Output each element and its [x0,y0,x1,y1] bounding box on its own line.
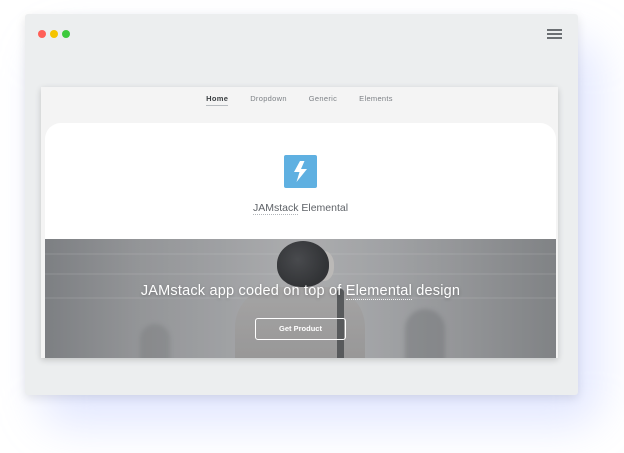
nav-item-elements[interactable]: Elements [359,94,393,106]
site-title-rest: Elemental [298,202,349,214]
tagline-end: design [412,283,461,299]
site-preview: Home Dropdown Generic Elements JAMstack … [41,87,558,358]
hero-banner: JAMstack app coded on top of Elemental d… [45,239,556,358]
close-dot[interactable] [38,30,46,38]
site-title: JAMstack Elemental [45,202,556,215]
nav-item-generic[interactable]: Generic [309,94,337,106]
nav-item-dropdown[interactable]: Dropdown [250,94,287,106]
hamburger-icon[interactable] [547,29,562,39]
tagline-start: JAMstack app coded on top of [140,283,346,299]
minimize-dot[interactable] [50,30,58,38]
maximize-dot[interactable] [62,30,70,38]
site-title-jamstack[interactable]: JAMstack [252,202,299,215]
lightning-bolt-icon [284,155,317,188]
tagline-elemental-link[interactable]: Elemental [345,283,412,300]
nav-item-home[interactable]: Home [206,94,229,106]
get-product-button[interactable]: Get Product [255,318,346,340]
top-nav: Home Dropdown Generic Elements [41,87,558,113]
hero-tagline: JAMstack app coded on top of Elemental d… [45,283,556,300]
